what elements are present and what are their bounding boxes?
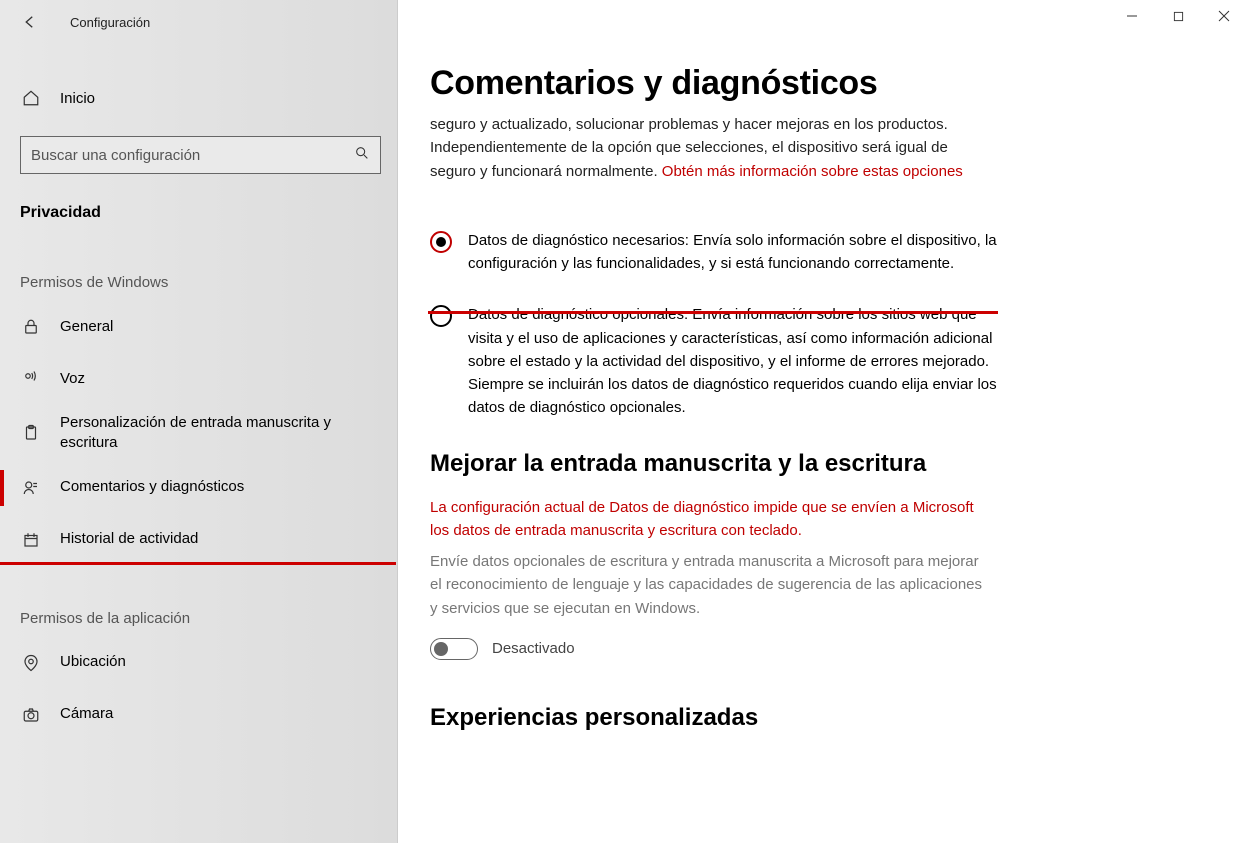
inking-warning: La configuración actual de Datos de diag… (430, 496, 990, 543)
sidebar: Configuración Inicio Privacidad Permisos… (0, 0, 398, 843)
window-controls (1109, 0, 1247, 32)
maximize-button[interactable] (1155, 0, 1201, 32)
back-button[interactable] (8, 0, 52, 44)
sidebar-item-label: Personalización de entrada manuscrita y … (60, 413, 377, 454)
radio-optional-label: Datos de diagnóstico opcionales: Envía i… (468, 303, 1000, 419)
sidebar-item-general[interactable]: General (0, 301, 397, 353)
section-privacy: Privacidad (0, 174, 397, 230)
page-heading: Comentarios y diagnósticos (430, 64, 1187, 103)
sidebar-item-camera[interactable]: Cámara (0, 689, 397, 741)
main-content: Comentarios y diagnósticos seguro y actu… (398, 0, 1247, 843)
feedback-icon (20, 479, 42, 497)
radio-required-label: Datos de diagnóstico necesarios: Envía s… (468, 229, 1000, 276)
camera-icon (20, 706, 42, 724)
inking-toggle-row: Desactivado (430, 638, 1187, 660)
sidebar-item-feedback[interactable]: Comentarios y diagnósticos (0, 462, 397, 514)
minimize-button[interactable] (1109, 0, 1155, 32)
highlight-underline (428, 311, 998, 314)
search-icon (354, 145, 370, 165)
clipboard-icon (20, 424, 42, 442)
inking-toggle[interactable] (430, 638, 478, 660)
inking-description: Envíe datos opcionales de escritura y en… (430, 550, 990, 620)
intro-link[interactable]: Obtén más información sobre estas opcion… (662, 163, 963, 180)
sidebar-item-label: Comentarios y diagnósticos (60, 477, 244, 497)
sidebar-item-label: Cámara (60, 704, 113, 724)
sidebar-home-label: Inicio (60, 90, 95, 107)
close-button[interactable] (1201, 0, 1247, 32)
sidebar-item-voice[interactable]: Voz (0, 353, 397, 405)
sidebar-item-label: Voz (60, 369, 85, 389)
search-box[interactable] (20, 136, 381, 174)
history-icon (20, 531, 42, 549)
radio-optional[interactable]: Datos de diagnóstico opcionales: Envía i… (430, 303, 1000, 419)
subheading-inking: Mejorar la entrada manuscrita y la escri… (430, 450, 1187, 478)
diagnostic-radio-group: Datos de diagnóstico necesarios: Envía s… (430, 229, 1000, 420)
titlebar: Configuración (0, 0, 397, 44)
radio-button-selected-icon[interactable] (430, 231, 452, 253)
lock-icon (20, 318, 42, 336)
sidebar-item-label: General (60, 317, 113, 337)
sidebar-item-activity[interactable]: Historial de actividad (0, 514, 397, 566)
home-icon (20, 89, 42, 107)
sidebar-item-label: Ubicación (60, 652, 126, 672)
radio-button-unselected-icon[interactable] (430, 305, 452, 327)
inking-toggle-label: Desactivado (492, 640, 575, 657)
sidebar-item-label: Historial de actividad (60, 529, 198, 549)
sidebar-home[interactable]: Inicio (0, 70, 397, 126)
intro-text: seguro y actualizado, solucionar problem… (430, 113, 990, 183)
subheading-experiences: Experiencias personalizadas (430, 704, 1187, 732)
group-app-permissions: Permisos de la aplicación (0, 566, 397, 637)
sidebar-item-location[interactable]: Ubicación (0, 637, 397, 689)
window-title: Configuración (70, 15, 150, 30)
radio-required[interactable]: Datos de diagnóstico necesarios: Envía s… (430, 229, 1000, 276)
search-input[interactable] (31, 147, 354, 164)
group-windows-permissions: Permisos de Windows (0, 230, 397, 301)
sidebar-item-inking[interactable]: Personalización de entrada manuscrita y … (0, 405, 397, 462)
location-icon (20, 654, 42, 672)
voice-icon (20, 370, 42, 388)
